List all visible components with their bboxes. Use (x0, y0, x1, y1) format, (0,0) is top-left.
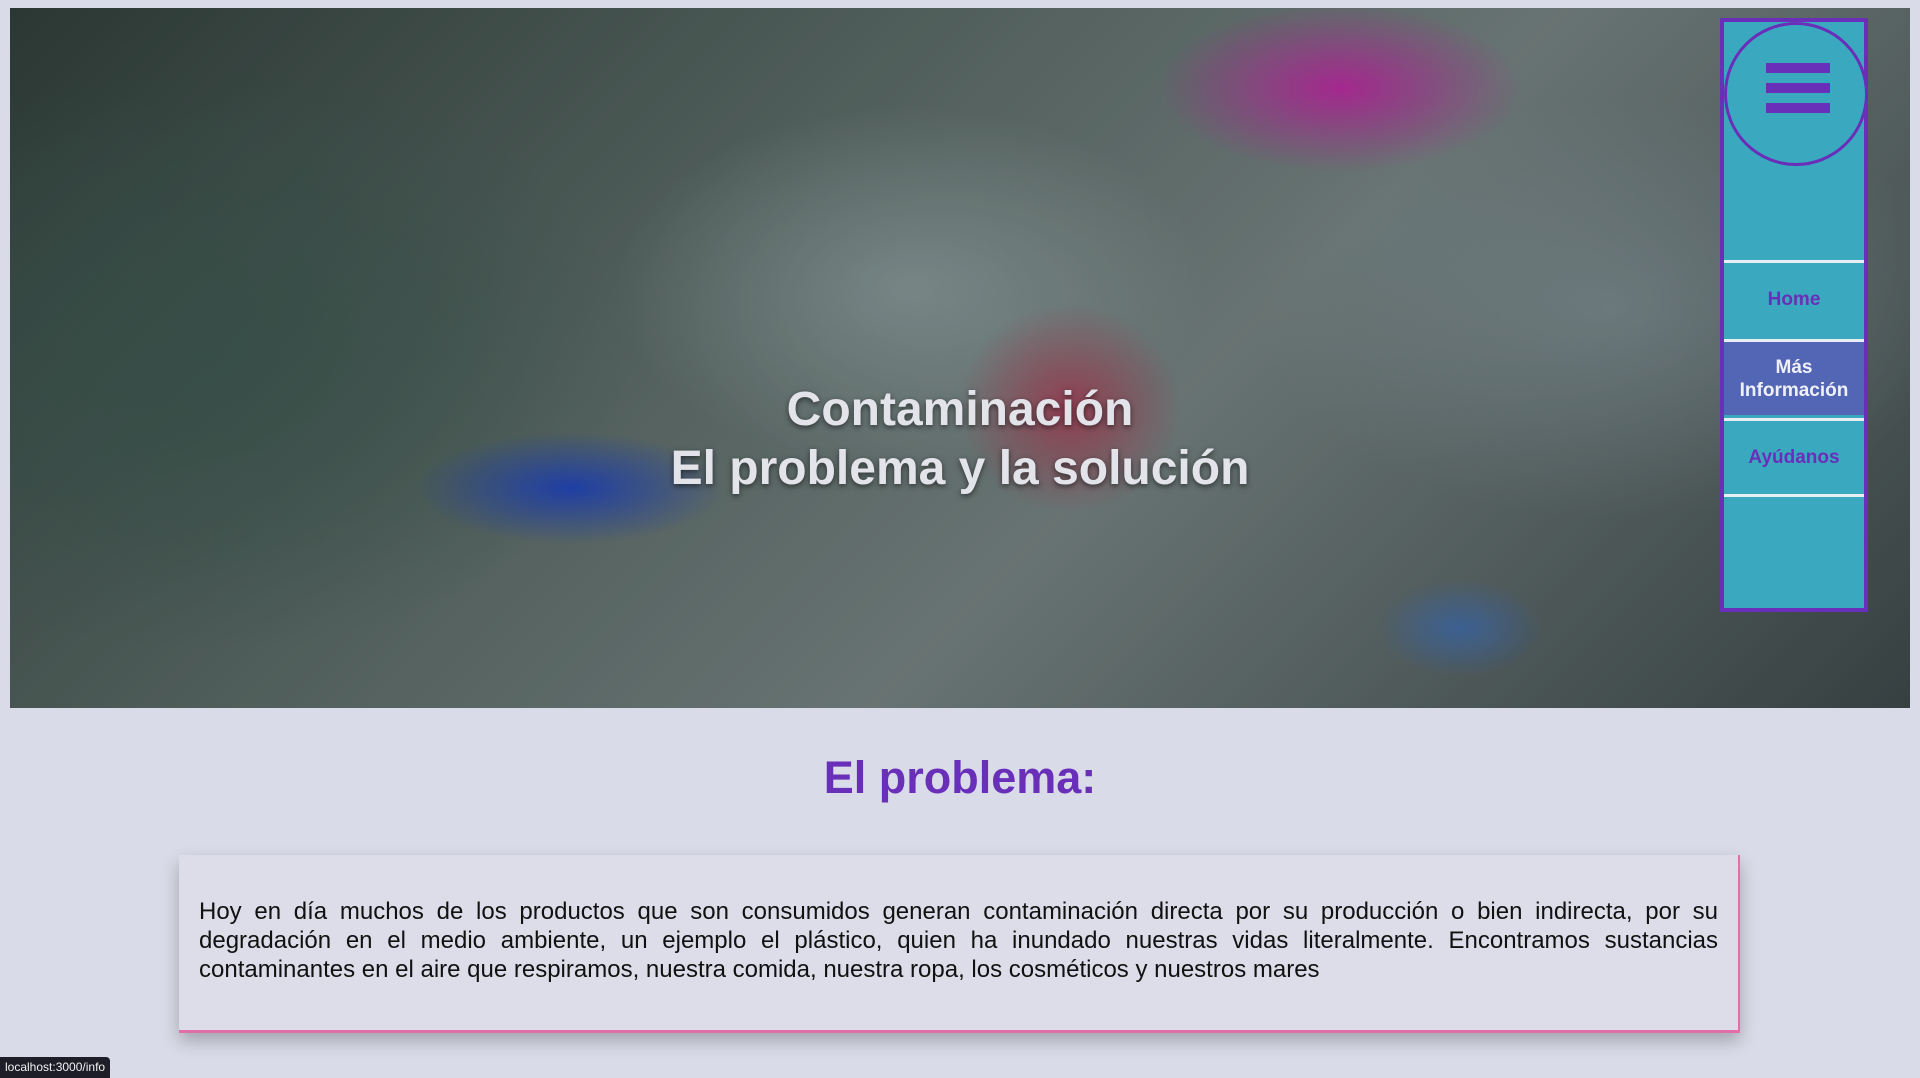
hero-banner: Contaminación El problema y la solución (10, 8, 1910, 708)
nav-divider (1724, 494, 1864, 497)
nav-item-label: Más Información (1739, 356, 1849, 401)
side-navigation: Home Más Información Ayúdanos (1720, 18, 1868, 612)
hero-image-overlay (10, 8, 1910, 708)
hero-title-line-1: Contaminación (786, 383, 1134, 436)
status-bar-url: localhost:3000/info (0, 1057, 111, 1078)
nav-item-ayudanos[interactable]: Ayúdanos (1724, 418, 1864, 494)
problem-text: Hoy en día muchos de los productos que s… (199, 898, 1718, 983)
nav-item-home[interactable]: Home (1724, 260, 1864, 336)
nav-item-label: Home (1767, 289, 1821, 310)
menu-toggle-button[interactable] (1724, 22, 1868, 166)
hero-title: Contaminación El problema y la solución (10, 380, 1910, 498)
nav-item-label: Ayúdanos (1748, 447, 1840, 468)
problem-card: Hoy en día muchos de los productos que s… (179, 855, 1740, 1033)
nav-item-mas-informacion[interactable]: Más Información (1724, 339, 1864, 415)
section-title-problem: El problema: (823, 752, 1097, 803)
hero-title-line-2: El problema y la solución (670, 442, 1250, 495)
